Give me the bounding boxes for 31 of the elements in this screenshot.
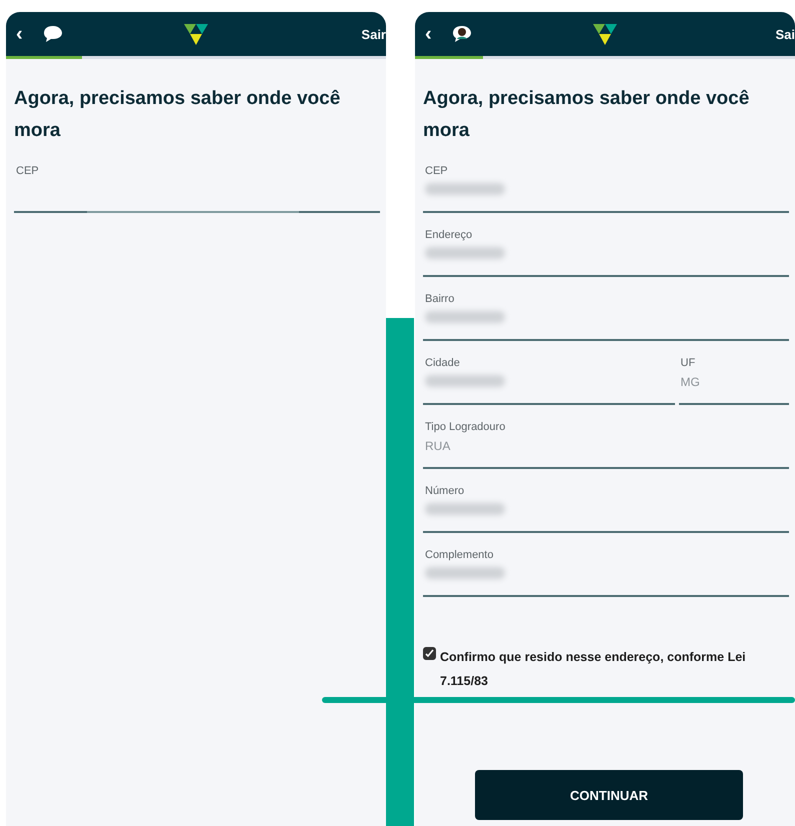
input-field[interactable]: Cidade xyxy=(423,353,675,405)
exit-link[interactable]: Sair xyxy=(361,26,386,42)
chat-icon[interactable] xyxy=(42,24,64,44)
field-label: Tipo Logradouro xyxy=(425,421,506,433)
field-value: RUA xyxy=(425,439,452,453)
avatar-chat-icon[interactable] xyxy=(451,24,473,44)
field-label: Bairro xyxy=(425,293,456,305)
field-label: CEP xyxy=(16,165,40,177)
page-title: Agora, precisamos saber onde você mora xyxy=(423,87,750,143)
input-field[interactable]: Bairro xyxy=(423,289,789,341)
consent-checkbox[interactable] xyxy=(423,647,436,660)
field-label: UF xyxy=(680,357,696,369)
field-label: Complemento xyxy=(425,549,494,561)
exit-link[interactable]: Sai xyxy=(775,26,795,42)
consent-text: Confirmo que resido nesse endereço, conforme Lei 7.115/83 xyxy=(440,649,747,690)
input-field[interactable]: CEP xyxy=(14,161,380,213)
page-title: Agora, precisamos saber onde você mora xyxy=(14,87,342,143)
back-button[interactable]: ‹ xyxy=(425,22,445,46)
input-field[interactable]: Endereço xyxy=(423,225,789,277)
input-field[interactable]: Complemento xyxy=(423,545,789,597)
field-label: Número xyxy=(425,485,466,497)
back-button[interactable]: ‹ xyxy=(16,22,36,46)
continue-button[interactable]: CONTINUAR xyxy=(475,770,743,820)
field-label: Endereço xyxy=(425,229,474,241)
field-label: Cidade xyxy=(425,357,461,369)
logo-icon xyxy=(183,21,209,47)
field-label: CEP xyxy=(425,165,449,177)
input-field[interactable]: Número xyxy=(423,481,789,533)
logo-icon xyxy=(592,21,618,47)
input-field[interactable]: CEP xyxy=(423,161,789,213)
field-value: MG xyxy=(680,375,701,389)
